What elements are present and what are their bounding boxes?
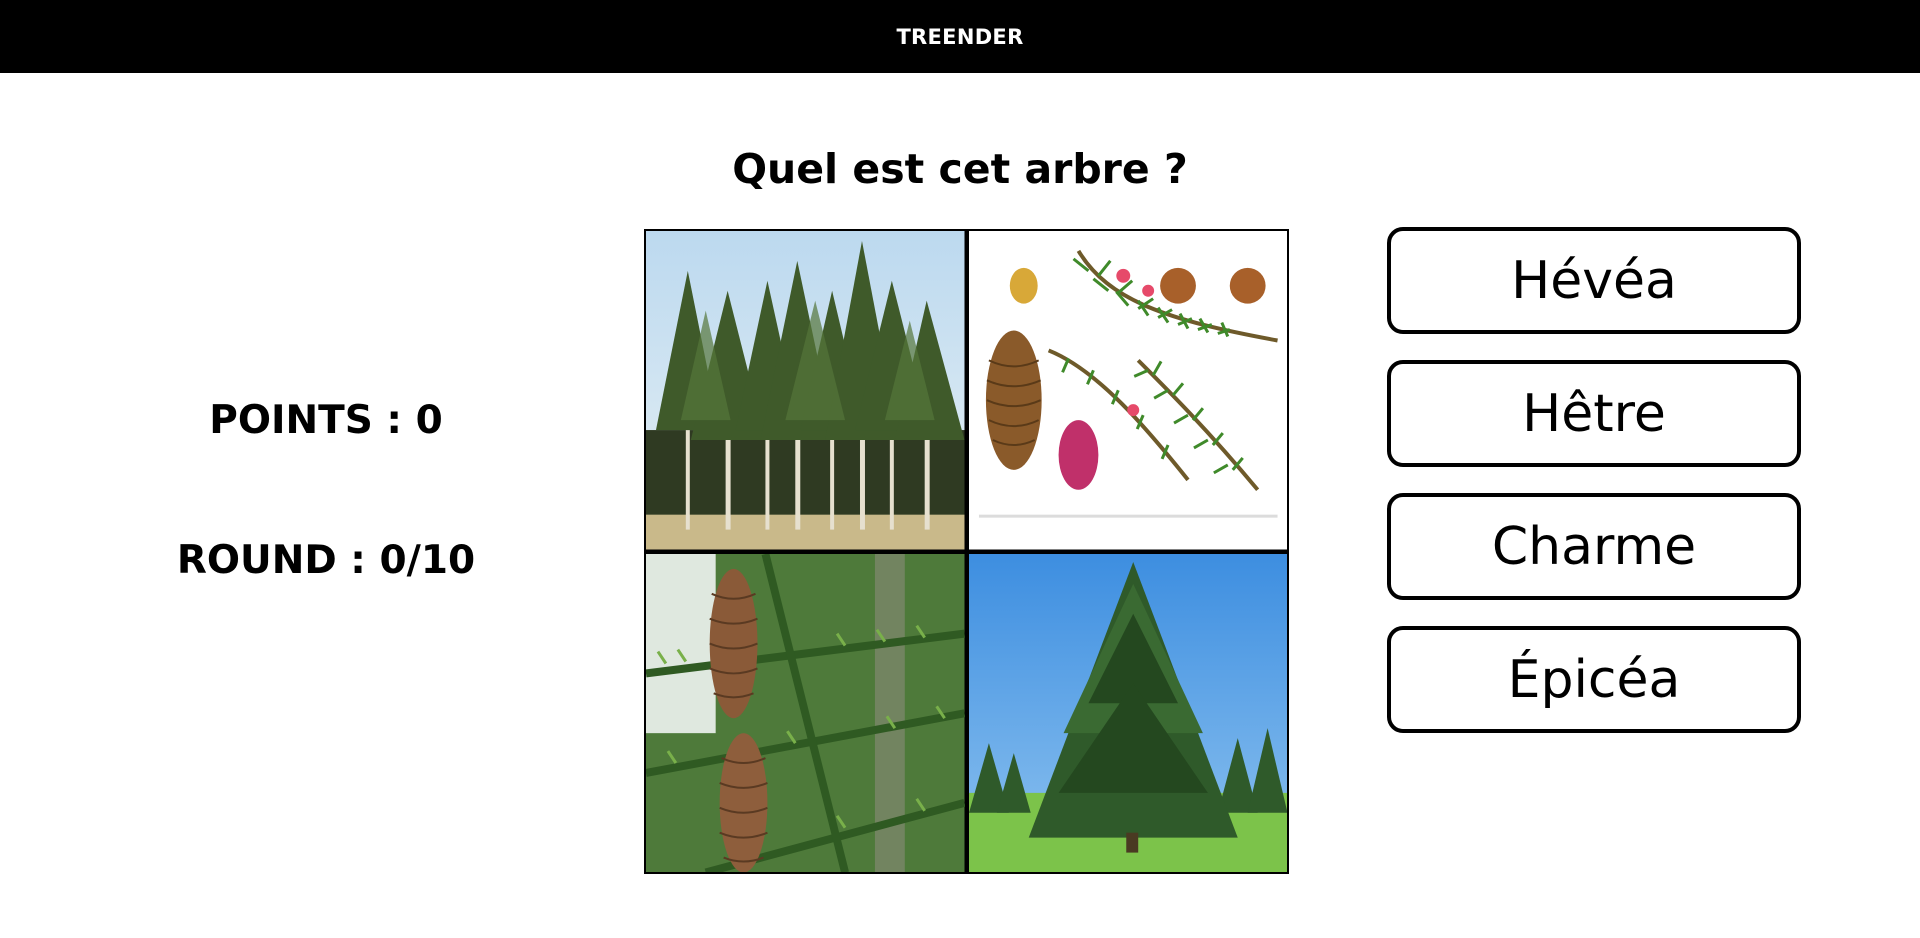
pine-cone-photo-icon [646,553,965,872]
points-counter: POINTS : 0 [209,398,443,443]
answer-button-hevea[interactable]: Hévéa [1387,227,1801,334]
app-title: TREENDER [896,24,1024,49]
image-grid [644,229,1289,874]
botanical-illustration-icon [968,231,1287,550]
top-bar: TREENDER [0,0,1920,73]
answer-button-epicea[interactable]: Épicéa [1387,626,1801,733]
answer-list: Hévéa Hêtre Charme Épicéa [1387,227,1801,759]
answer-button-hetre[interactable]: Hêtre [1387,360,1801,467]
round-counter: ROUND : 0/10 [176,538,476,583]
question-title: Quel est cet arbre ? [732,145,1188,193]
spruce-tree-photo-icon [968,553,1287,872]
forest-photo-icon [646,231,965,550]
answer-button-charme[interactable]: Charme [1387,493,1801,600]
